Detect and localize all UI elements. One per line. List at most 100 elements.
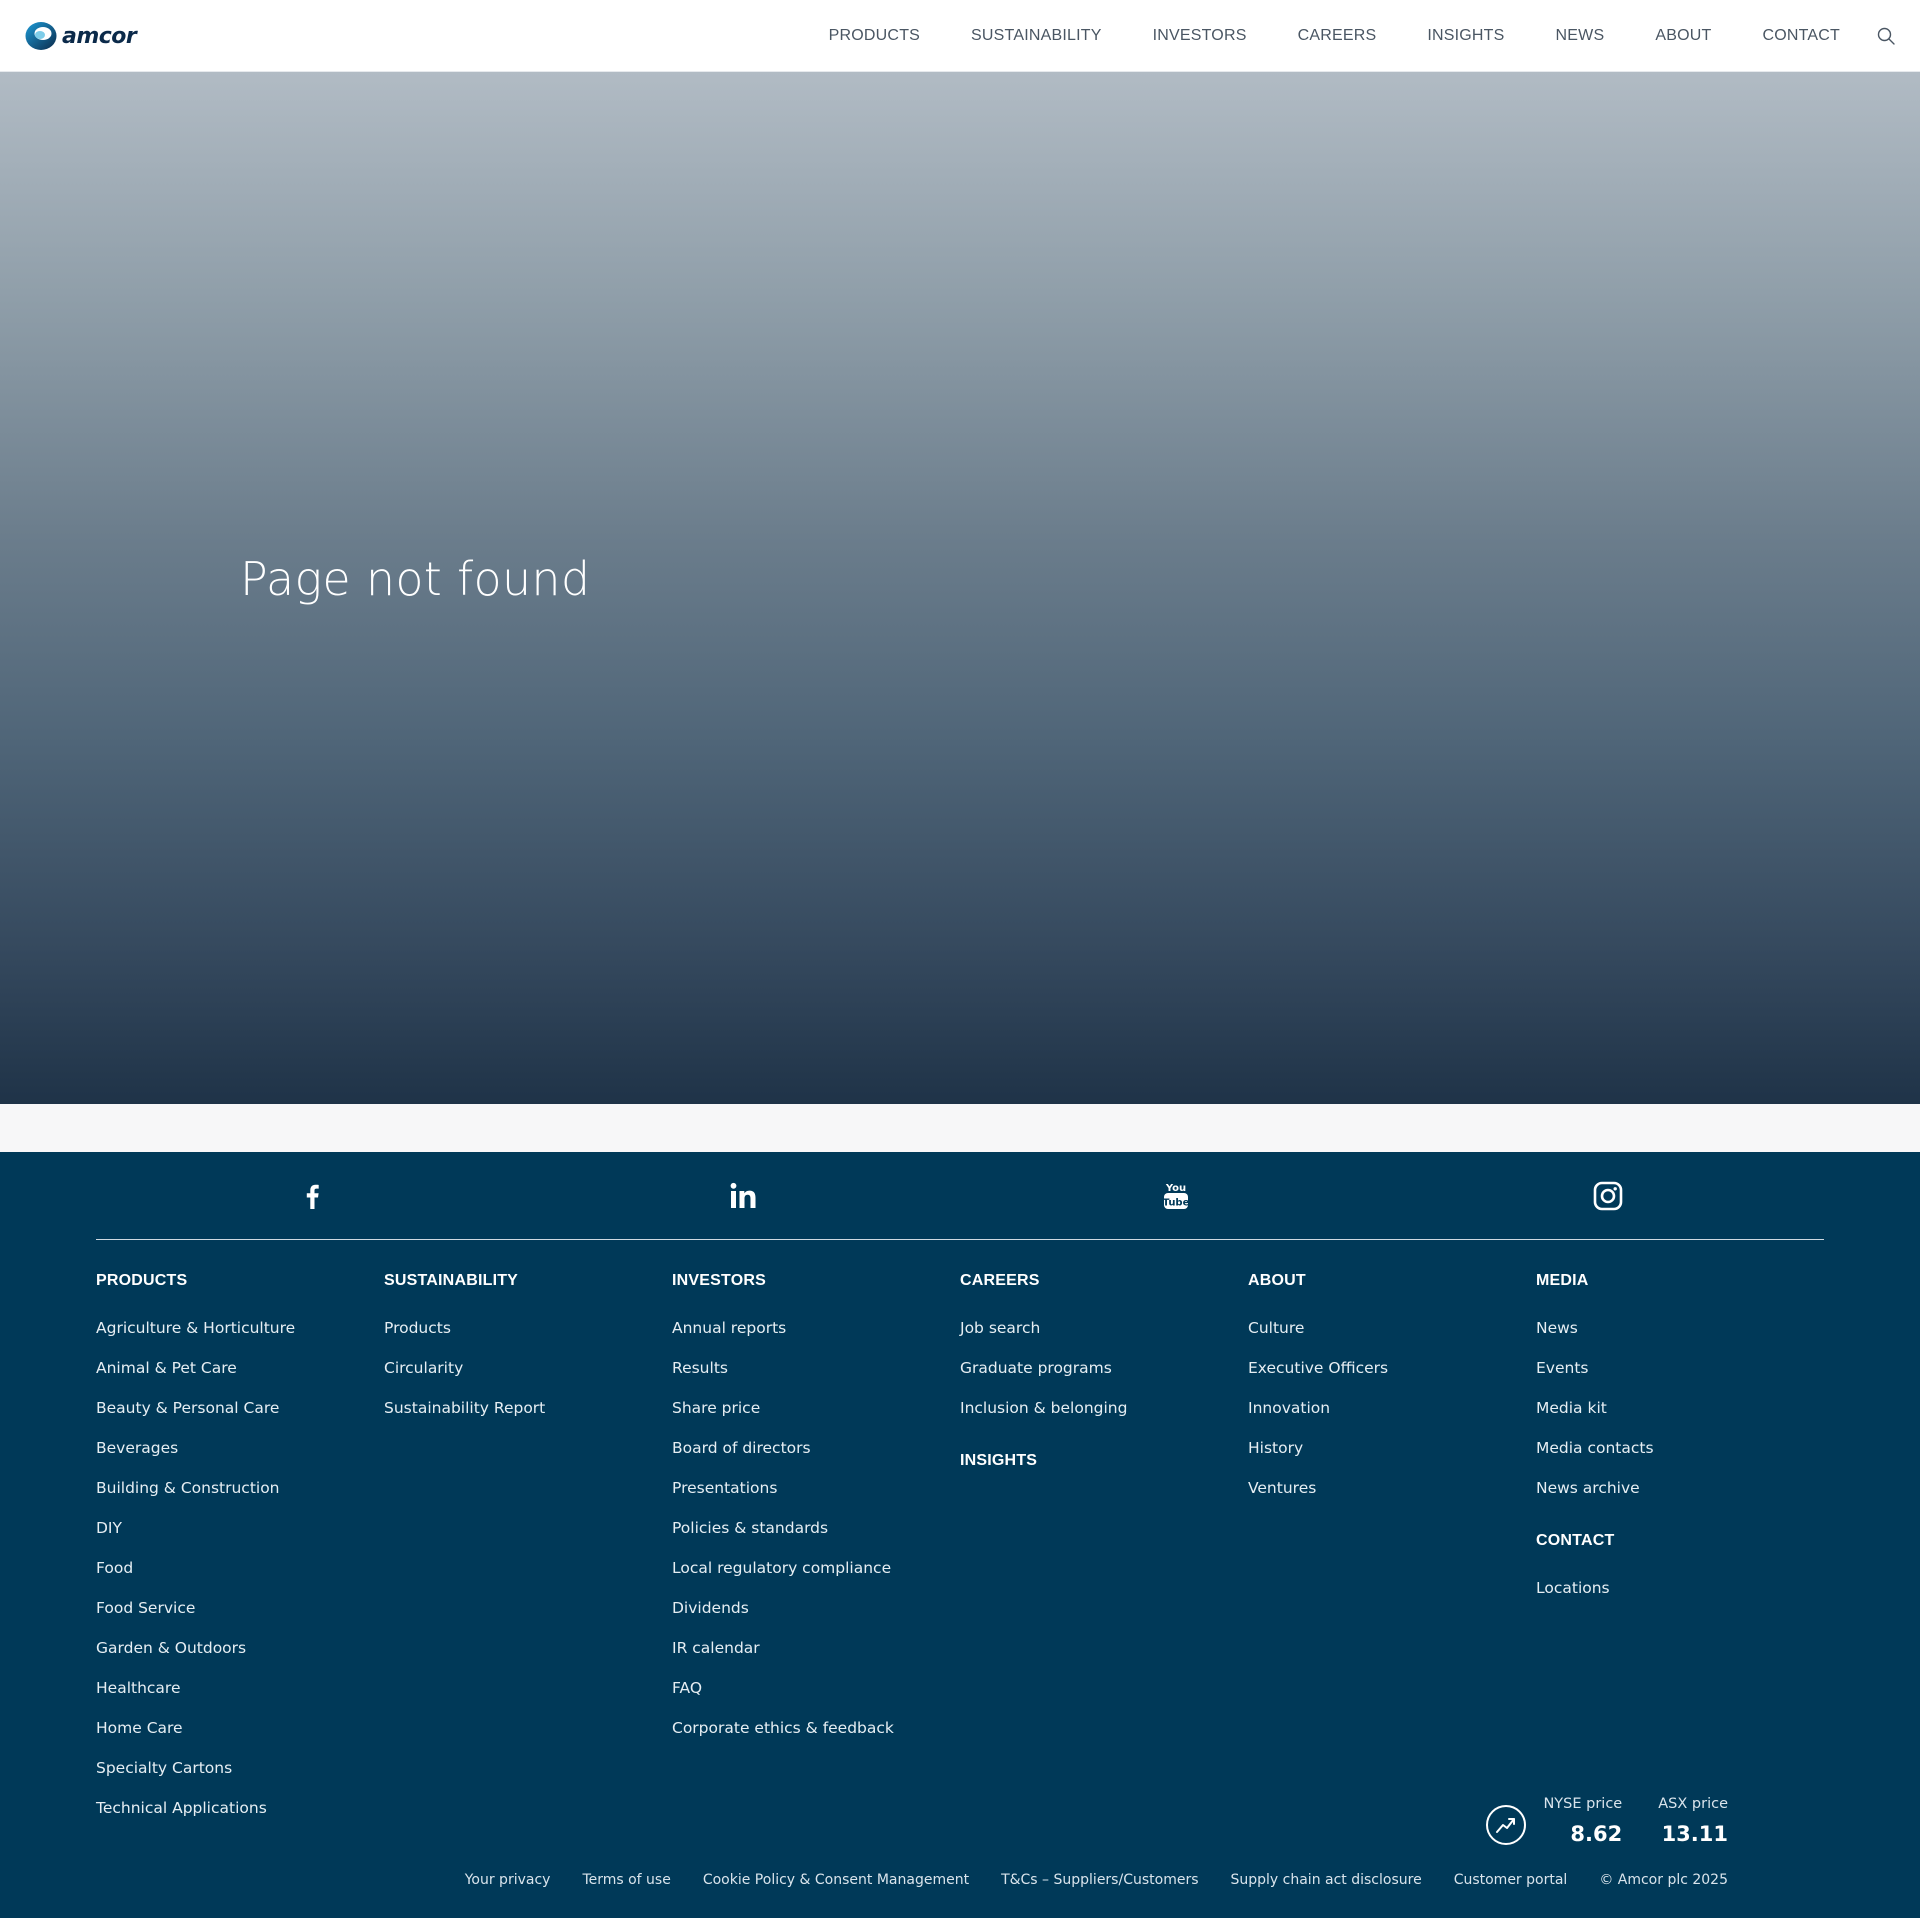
asx-price-value: 13.11 [1661, 1822, 1728, 1846]
footer-link[interactable]: FAQ [672, 1668, 960, 1708]
nav-sustainability[interactable]: SUSTAINABILITY [971, 27, 1102, 45]
legal-cookie-policy[interactable]: Cookie Policy & Consent Management [703, 1872, 969, 1888]
footer-link[interactable]: Animal & Pet Care [96, 1348, 384, 1388]
footer-list-about: Culture Executive Officers Innovation Hi… [1248, 1308, 1536, 1508]
footer-list-careers: Job search Graduate programs Inclusion &… [960, 1308, 1248, 1428]
footer-link[interactable]: Culture [1248, 1308, 1536, 1348]
facebook-icon[interactable] [295, 1179, 329, 1213]
footer-link[interactable]: Policies & standards [672, 1508, 960, 1548]
legal-supply-chain[interactable]: Supply chain act disclosure [1231, 1872, 1422, 1888]
footer-link[interactable]: History [1248, 1428, 1536, 1468]
nav-news[interactable]: NEWS [1556, 27, 1605, 45]
footer-link[interactable]: Inclusion & belonging [960, 1388, 1248, 1428]
social-links: You Tube [96, 1152, 1824, 1240]
footer-link[interactable]: Beverages [96, 1428, 384, 1468]
legal-tcs-suppliers[interactable]: T&Cs – Suppliers/Customers [1001, 1872, 1198, 1888]
footer-link[interactable]: Results [672, 1348, 960, 1388]
footer-link[interactable]: Sustainability Report [384, 1388, 672, 1428]
linkedin-icon[interactable] [727, 1179, 761, 1213]
share-prices[interactable]: NYSE price 8.62 ASX price 13.11 [1485, 1796, 1728, 1846]
footer-link[interactable]: News [1536, 1308, 1824, 1348]
footer-link[interactable]: Local regulatory compliance [672, 1548, 960, 1588]
footer-link[interactable]: Graduate programs [960, 1348, 1248, 1388]
footer-list-products: Agriculture & Horticulture Animal & Pet … [96, 1308, 384, 1828]
footer-link[interactable]: Products [384, 1308, 672, 1348]
footer-heading-about[interactable]: ABOUT [1248, 1266, 1536, 1296]
trend-up-icon [1486, 1805, 1527, 1845]
footer-heading-media[interactable]: MEDIA [1536, 1266, 1824, 1296]
search-icon[interactable] [1876, 26, 1896, 46]
asx-price-label: ASX price [1658, 1796, 1728, 1812]
footer-link[interactable]: IR calendar [672, 1628, 960, 1668]
footer-col-investors: INVESTORS Annual reports Results Share p… [672, 1266, 960, 1828]
nav-investors[interactable]: INVESTORS [1153, 27, 1247, 45]
footer-link[interactable]: Building & Construction [96, 1468, 384, 1508]
main-nav: PRODUCTS SUSTAINABILITY INVESTORS CAREER… [829, 0, 1840, 72]
footer-link[interactable]: Share price [672, 1388, 960, 1428]
asx-price: ASX price 13.11 [1658, 1796, 1728, 1846]
hero-banner: Page not found [0, 72, 1920, 1104]
nav-contact[interactable]: CONTACT [1762, 27, 1840, 45]
social-cell-instagram [1392, 1152, 1824, 1239]
site-header: amcor PRODUCTS SUSTAINABILITY INVESTORS … [0, 0, 1920, 72]
site-footer: You Tube PRODUCTS Agriculture & Horticul… [0, 1152, 1920, 1918]
footer-heading-careers[interactable]: CAREERS [960, 1266, 1248, 1296]
footer-link[interactable]: Home Care [96, 1708, 384, 1748]
footer-col-about: ABOUT Culture Executive Officers Innovat… [1248, 1266, 1536, 1828]
footer-link[interactable]: Technical Applications [96, 1788, 384, 1828]
footer-link[interactable]: Dividends [672, 1588, 960, 1628]
nav-insights[interactable]: INSIGHTS [1427, 27, 1504, 45]
footer-link[interactable]: Executive Officers [1248, 1348, 1536, 1388]
amcor-logo-icon [25, 22, 57, 50]
footer-link[interactable]: Presentations [672, 1468, 960, 1508]
footer-col-products: PRODUCTS Agriculture & Horticulture Anim… [96, 1266, 384, 1828]
footer-col-sustainability: SUSTAINABILITY Products Circularity Sust… [384, 1266, 672, 1828]
section-spacer [0, 1104, 1920, 1152]
nav-products[interactable]: PRODUCTS [829, 27, 920, 45]
footer-heading-products[interactable]: PRODUCTS [96, 1266, 384, 1296]
footer-list-media: News Events Media kit Media contacts New… [1536, 1308, 1824, 1508]
nav-careers[interactable]: CAREERS [1298, 27, 1377, 45]
svg-text:You: You [1165, 1183, 1186, 1194]
footer-col-careers: CAREERS Job search Graduate programs Inc… [960, 1266, 1248, 1828]
legal-terms-of-use[interactable]: Terms of use [582, 1872, 670, 1888]
social-cell-facebook [96, 1152, 528, 1239]
nyse-price-value: 8.62 [1570, 1822, 1623, 1846]
footer-link[interactable]: Circularity [384, 1348, 672, 1388]
footer-link[interactable]: Annual reports [672, 1308, 960, 1348]
copyright: © Amcor plc 2025 [1599, 1872, 1728, 1888]
logo-wordmark: amcor [62, 23, 137, 49]
footer-heading-insights[interactable]: INSIGHTS [960, 1446, 1248, 1476]
footer-link[interactable]: Locations [1536, 1568, 1824, 1608]
footer-link[interactable]: Innovation [1248, 1388, 1536, 1428]
footer-heading-contact[interactable]: CONTACT [1536, 1526, 1824, 1556]
footer-link[interactable]: Events [1536, 1348, 1824, 1388]
footer-heading-sustainability[interactable]: SUSTAINABILITY [384, 1266, 672, 1296]
footer-link[interactable]: Corporate ethics & feedback [672, 1708, 960, 1748]
social-cell-youtube: You Tube [960, 1152, 1392, 1239]
footer-link[interactable]: Job search [960, 1308, 1248, 1348]
footer-link[interactable]: DIY [96, 1508, 384, 1548]
footer-link[interactable]: Food Service [96, 1588, 384, 1628]
footer-link[interactable]: Media contacts [1536, 1428, 1824, 1468]
footer-link[interactable]: Board of directors [672, 1428, 960, 1468]
footer-link[interactable]: Healthcare [96, 1668, 384, 1708]
legal-your-privacy[interactable]: Your privacy [465, 1872, 551, 1888]
footer-link[interactable]: Food [96, 1548, 384, 1588]
footer-link[interactable]: Ventures [1248, 1468, 1536, 1508]
youtube-icon[interactable]: You Tube [1159, 1179, 1193, 1213]
instagram-icon[interactable] [1591, 1179, 1625, 1213]
nyse-price-label: NYSE price [1543, 1796, 1623, 1812]
nav-about[interactable]: ABOUT [1655, 27, 1711, 45]
footer-heading-investors[interactable]: INVESTORS [672, 1266, 960, 1296]
footer-link[interactable]: Garden & Outdoors [96, 1628, 384, 1668]
footer-columns: PRODUCTS Agriculture & Horticulture Anim… [96, 1266, 1824, 1828]
footer-link[interactable]: Beauty & Personal Care [96, 1388, 384, 1428]
footer-link[interactable]: Agriculture & Horticulture [96, 1308, 384, 1348]
footer-link[interactable]: Media kit [1536, 1388, 1824, 1428]
legal-customer-portal[interactable]: Customer portal [1454, 1872, 1568, 1888]
legal-links: Your privacy Terms of use Cookie Policy … [433, 1872, 1728, 1888]
footer-link[interactable]: Specialty Cartons [96, 1748, 384, 1788]
amcor-logo[interactable]: amcor [24, 19, 137, 53]
footer-link[interactable]: News archive [1536, 1468, 1824, 1508]
